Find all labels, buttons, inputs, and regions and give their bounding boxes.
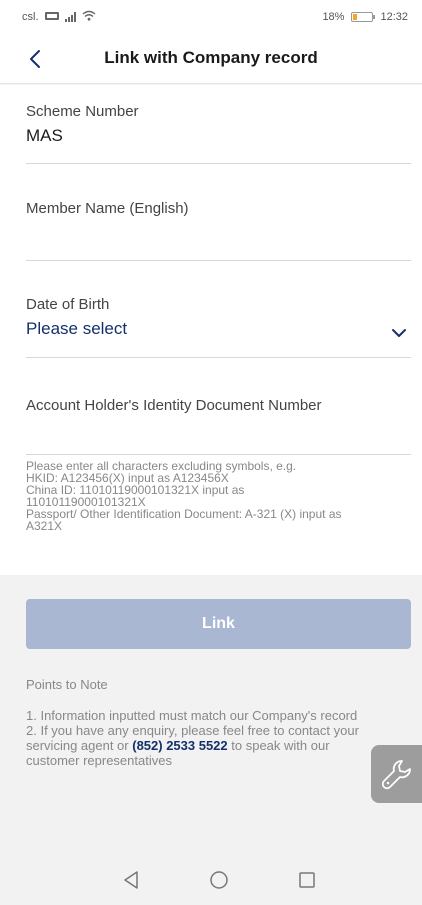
nav-recents-icon	[299, 872, 315, 888]
wifi-icon	[82, 10, 96, 24]
hint-line: A321X	[26, 519, 63, 533]
status-right: 18% 12:32	[322, 11, 408, 23]
app-header: Link with Company record	[0, 34, 422, 84]
notes-body: 1. Information inputted must match our C…	[26, 708, 406, 768]
nav-back-button[interactable]	[120, 869, 142, 891]
member-name-label: Member Name (English)	[26, 200, 189, 217]
date-of-birth-value: Please select	[26, 319, 128, 338]
hint-line: Passport/ Other Identification Document:…	[26, 507, 342, 521]
date-of-birth-select[interactable]: Date of Birth Please select	[26, 296, 411, 358]
status-left: csl.	[22, 10, 96, 24]
note-line: customer representatives	[26, 753, 172, 768]
identity-document-hint: Please enter all characters excluding sy…	[26, 460, 404, 532]
floating-tool-button[interactable]	[371, 745, 422, 803]
note-line: 1. Information inputted must match our C…	[26, 708, 358, 723]
battery-icon	[351, 12, 376, 22]
note-text: servicing agent or	[26, 738, 133, 753]
link-form: Scheme Number MAS Member Name (English) …	[0, 85, 422, 575]
scheme-number-label: Scheme Number	[26, 103, 139, 120]
system-nav-bar	[0, 855, 422, 905]
phone-link[interactable]: (852) 2533 5522	[132, 738, 227, 753]
battery-percent: 18%	[322, 11, 345, 23]
note-line: servicing agent or (852) 2533 5522 to sp…	[26, 738, 406, 753]
nav-home-icon	[210, 871, 228, 889]
identity-document-label: Account Holder's Identity Document Numbe…	[26, 397, 322, 414]
member-name-field[interactable]: Member Name (English)	[26, 200, 411, 261]
scheme-number-value: MAS	[26, 126, 63, 145]
date-of-birth-label: Date of Birth	[26, 296, 110, 313]
nav-back-icon	[124, 871, 138, 889]
chevron-down-icon	[392, 329, 406, 337]
wrench-icon	[381, 760, 411, 790]
page-title: Link with Company record	[104, 48, 318, 67]
note-line: 2. If you have any enquiry, please feel …	[26, 723, 359, 738]
identity-document-field[interactable]: Account Holder's Identity Document Numbe…	[26, 397, 411, 455]
signal-icon	[64, 12, 76, 22]
nav-home-button[interactable]	[208, 869, 230, 891]
nav-recents-button[interactable]	[296, 869, 318, 891]
notes-title: Points to Note	[26, 677, 108, 692]
scheme-number-field[interactable]: Scheme Number MAS	[26, 103, 411, 164]
link-button[interactable]: Link	[26, 599, 411, 649]
note-text: to speak with our	[227, 738, 330, 753]
network-icon	[44, 11, 59, 24]
clock: 12:32	[380, 11, 408, 23]
carrier-label: csl.	[22, 11, 39, 23]
status-bar: csl. 18% 12:32	[0, 0, 422, 34]
